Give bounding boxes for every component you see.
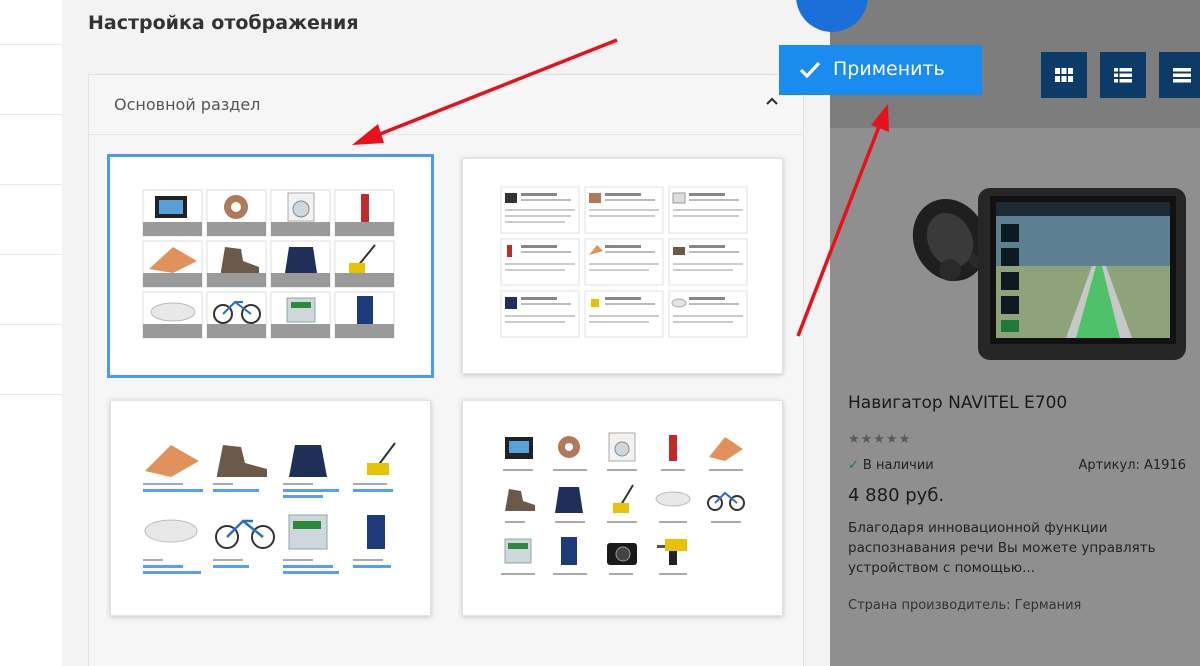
strip-divider <box>0 184 62 185</box>
cards-list-preview <box>500 186 748 338</box>
strip-divider <box>0 114 62 115</box>
section-header[interactable]: Основной раздел <box>89 75 803 135</box>
layout-option-blocks[interactable] <box>110 400 431 616</box>
section-label: Основной раздел <box>114 95 261 114</box>
table-view-button[interactable] <box>1159 52 1200 98</box>
grid-view-icon <box>1055 68 1073 82</box>
layout-option-icons[interactable] <box>462 400 783 616</box>
background-page-strip <box>0 0 62 666</box>
apply-button[interactable]: Применить <box>779 45 982 95</box>
product-price: 4 880 руб. <box>848 485 945 506</box>
layout-option-cards-list[interactable] <box>462 158 783 374</box>
tiles-preview <box>142 189 395 339</box>
list-view-icon <box>1114 68 1132 83</box>
strip-divider <box>0 44 62 45</box>
strip-divider <box>0 254 62 255</box>
product-title[interactable]: Навигатор NAVITEL E700 <box>848 393 1067 413</box>
stock-text: В наличии <box>862 458 934 473</box>
country-of-origin: Страна производитель: Германия <box>848 598 1082 613</box>
apply-button-label: Применить <box>833 58 945 80</box>
display-settings-panel: Настройка отображения Основной раздел <box>62 0 830 666</box>
chevron-up-icon[interactable] <box>764 93 780 109</box>
list-view-button[interactable] <box>1100 52 1146 98</box>
main-section: Основной раздел <box>88 74 804 666</box>
table-view-icon <box>1173 68 1191 83</box>
product-sku: Артикул: A1916 <box>1078 458 1186 473</box>
check-icon <box>799 61 821 79</box>
stock-status: ✓ В наличии <box>848 458 934 473</box>
panel-title: Настройка отображения <box>88 12 359 34</box>
product-page-overlay: Навигатор NAVITEL E700 ★★★★★ ✓ В наличии … <box>830 0 1200 666</box>
rating-stars: ★★★★★ <box>848 432 912 447</box>
product-image <box>912 188 1186 360</box>
strip-divider <box>0 394 62 395</box>
grid-view-button[interactable] <box>1041 52 1087 98</box>
blocks-preview <box>143 442 396 574</box>
layout-option-tiles[interactable] <box>107 154 434 378</box>
product-description: Благодаря инновационной функции распозна… <box>848 520 1156 576</box>
strip-divider <box>0 324 62 325</box>
icons-preview <box>501 432 745 575</box>
check-icon: ✓ <box>848 458 859 473</box>
